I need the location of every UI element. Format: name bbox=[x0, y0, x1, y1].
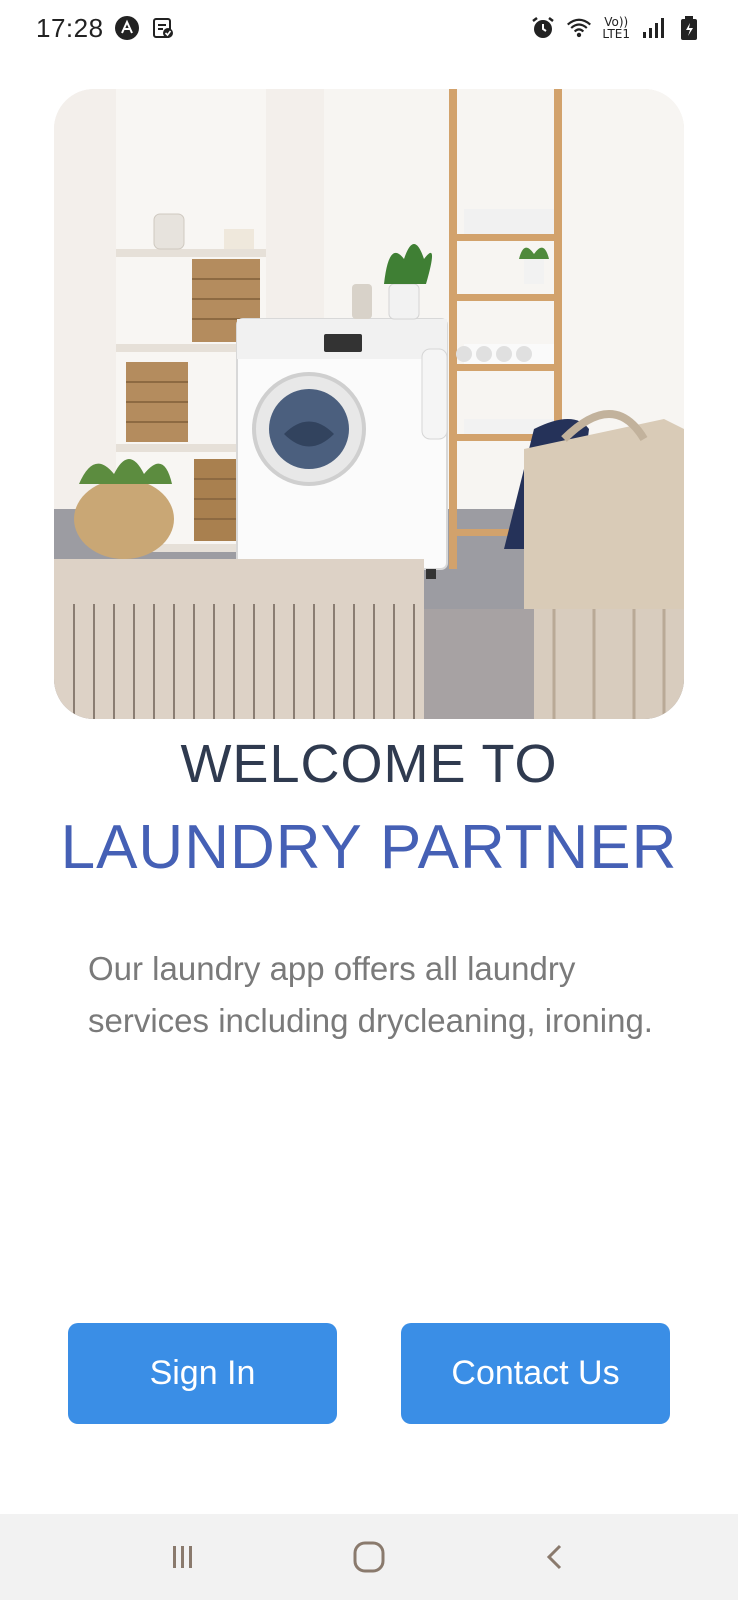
description-text: Our laundry app offers all laundry servi… bbox=[88, 950, 653, 1039]
system-nav-bar bbox=[0, 1514, 738, 1600]
brand-title: LAUNDRY PARTNER bbox=[60, 813, 678, 882]
battery-icon bbox=[676, 15, 702, 41]
hero-image bbox=[54, 89, 684, 719]
clipboard-icon bbox=[150, 15, 176, 41]
contact-us-button[interactable]: Contact Us bbox=[401, 1323, 670, 1424]
laundry-room-image bbox=[54, 89, 684, 719]
sign-in-label: Sign In bbox=[149, 1354, 256, 1392]
recent-apps-icon[interactable] bbox=[153, 1527, 213, 1587]
status-bar: 17:28 Vo)) LTE1 bbox=[0, 0, 738, 56]
contact-us-label: Contact Us bbox=[451, 1354, 620, 1392]
status-time: 17:28 bbox=[36, 12, 104, 43]
sign-in-button[interactable]: Sign In bbox=[68, 1323, 337, 1424]
back-icon[interactable] bbox=[525, 1527, 585, 1587]
app-notification-icon bbox=[114, 15, 140, 41]
status-right: Vo)) LTE1 bbox=[530, 15, 702, 41]
volte-lte-icon: Vo)) LTE1 bbox=[602, 16, 630, 40]
status-left: 17:28 bbox=[36, 13, 176, 44]
alarm-icon bbox=[530, 15, 556, 41]
home-icon[interactable] bbox=[339, 1527, 399, 1587]
volte-text-bottom: LTE1 bbox=[602, 27, 630, 41]
signal-icon bbox=[640, 15, 666, 41]
wifi-icon bbox=[566, 15, 592, 41]
welcome-heading: WELCOME TO bbox=[180, 734, 558, 794]
